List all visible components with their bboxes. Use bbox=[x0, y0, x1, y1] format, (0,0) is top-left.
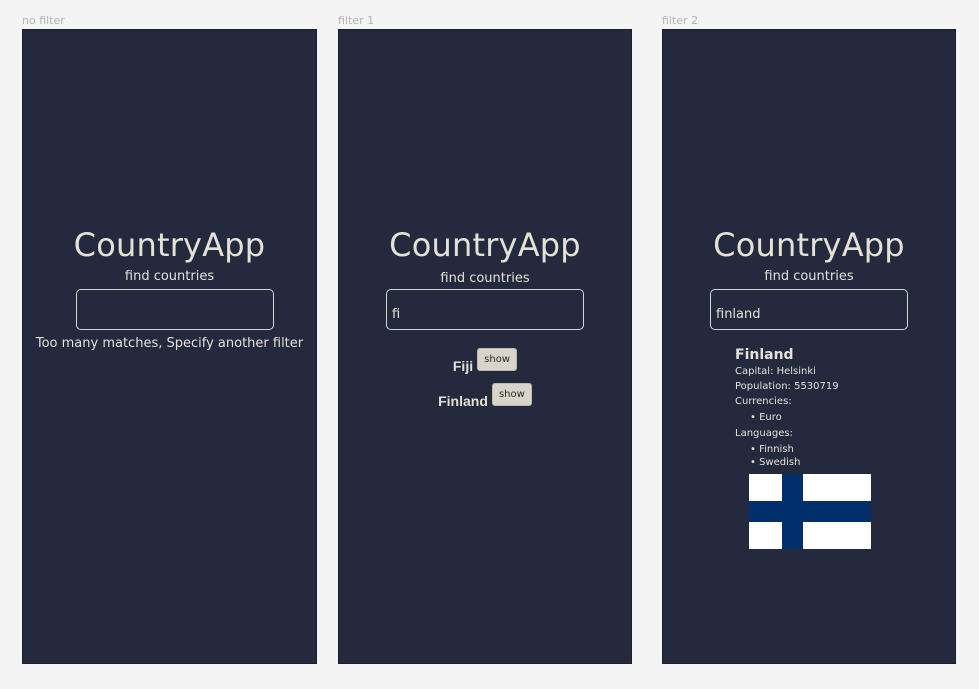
language-item: Swedish bbox=[750, 456, 839, 469]
finland-flag-image bbox=[749, 474, 871, 549]
search-input[interactable] bbox=[76, 289, 274, 330]
app-title: CountryApp bbox=[713, 226, 905, 264]
frame-filter-2: CountryApp find countries finland Finlan… bbox=[662, 29, 956, 664]
too-many-matches-message: Too many matches, Specify another filter bbox=[35, 336, 304, 351]
currency-item: Euro bbox=[750, 411, 839, 424]
app-title: CountryApp bbox=[73, 226, 266, 264]
frame-filter-1: CountryApp find countries fi Fiji show F… bbox=[338, 29, 632, 664]
search-label: find countries bbox=[440, 271, 530, 286]
country-name: Finland bbox=[438, 393, 488, 409]
country-name-heading: Finland bbox=[735, 347, 794, 363]
currencies-label: Currencies: bbox=[735, 396, 792, 407]
country-name: Fiji bbox=[452, 358, 474, 374]
show-button[interactable]: show bbox=[491, 383, 532, 406]
search-label: find countries bbox=[124, 269, 215, 284]
frame-no-filter: CountryApp find countries Too many match… bbox=[22, 29, 317, 664]
languages-label: Languages: bbox=[735, 428, 793, 439]
show-button[interactable]: show bbox=[477, 348, 518, 371]
search-input-value: fi bbox=[392, 307, 401, 322]
search-input[interactable]: fi bbox=[386, 289, 584, 330]
flag-cross-horizontal bbox=[749, 501, 871, 522]
search-label: find countries bbox=[764, 269, 854, 284]
list-item: Fiji show bbox=[339, 348, 631, 374]
frame-label-filter-1: filter 1 bbox=[338, 14, 375, 27]
search-input[interactable]: finland bbox=[710, 289, 908, 330]
frame-label-filter-2: filter 2 bbox=[662, 14, 699, 27]
frame-label-no-filter: no filter bbox=[22, 14, 65, 27]
population-text: Population: 5530719 bbox=[735, 381, 839, 392]
capital-text: Capital: Helsinki bbox=[735, 366, 816, 377]
currencies-list: Euro bbox=[735, 411, 839, 424]
app-title: CountryApp bbox=[389, 226, 581, 264]
search-input-value: finland bbox=[716, 307, 761, 322]
language-item: Finnish bbox=[750, 443, 839, 456]
list-item: Finland show bbox=[339, 383, 631, 409]
country-detail: Finland Capital: Helsinki Population: 55… bbox=[735, 347, 839, 473]
languages-list: Finnish Swedish bbox=[735, 443, 839, 469]
